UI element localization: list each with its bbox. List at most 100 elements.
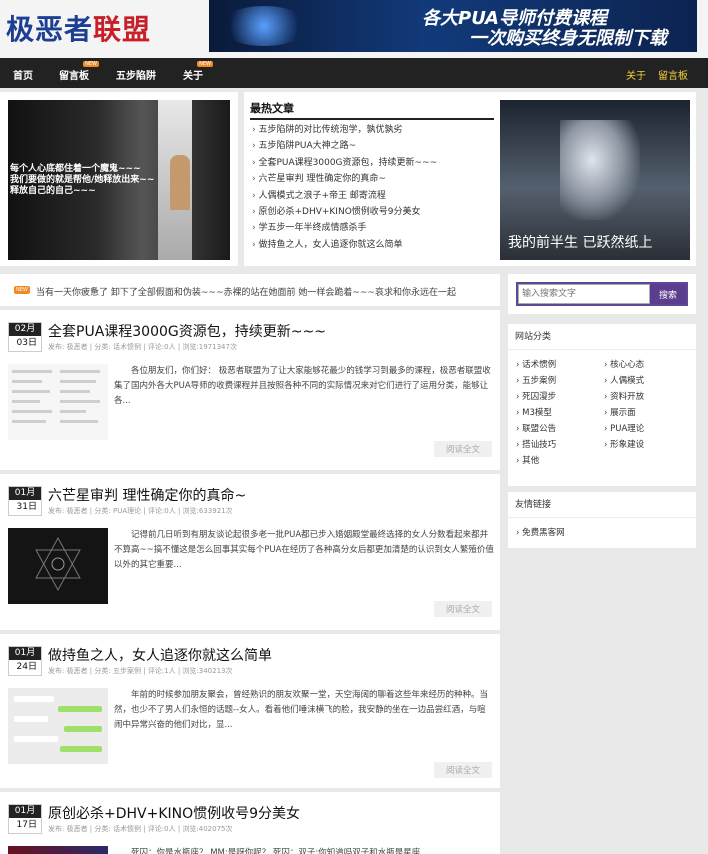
category-link[interactable]: 搭讪技巧 — [516, 438, 556, 450]
post-card: 01月 31日 六芒星审判 理性确定你的真命~ 发布: 极恶者 | 分类: PU… — [0, 474, 500, 630]
category-link[interactable]: 形象建设 — [604, 438, 644, 450]
site-logo[interactable]: 极恶者联盟 — [6, 8, 151, 48]
friend-links-title: 友情链接 — [508, 492, 696, 518]
hot-articles: 最热文章 五步陷阱的对比传统泡学，孰优孰劣 五步陷阱PUA大神之路~ 全套PUA… — [244, 92, 500, 266]
search-form: 搜索 — [516, 282, 688, 306]
nav-label: 五步陷阱 — [116, 71, 156, 82]
nav-item-about[interactable]: 关于 NEW — [183, 61, 213, 82]
post-thumbnail[interactable] — [8, 528, 108, 604]
category-link[interactable]: M3模型 — [516, 406, 552, 418]
ad-banner[interactable]: 各大PUA导师付费课程 一次购买终身无限制下载 — [209, 0, 697, 52]
post-date: 01月 17日 — [8, 804, 42, 834]
hot-article-link[interactable]: 做持鱼之人，女人追逐你就这么简单 — [252, 237, 492, 253]
post-card: 02月 03日 全套PUA课程3000G资源包，持续更新~~~ 发布: 极恶者 … — [0, 310, 500, 470]
search-button[interactable]: 搜索 — [650, 284, 686, 304]
post-excerpt: 记得前几日听到有朋友谈论起很多老一批PUA都已步入婚姻殿堂最终选择的女人分数看起… — [114, 530, 494, 570]
featured-image-boy[interactable]: 每个人心底都住着一个魔鬼~~~ 我们要做的就是帮他/她释放出来~~ 释放自己的自… — [8, 100, 230, 260]
nav-right-guestbook[interactable]: 留言板 — [658, 67, 688, 82]
search-input[interactable] — [518, 284, 650, 304]
post-date: 02月 03日 — [8, 322, 42, 352]
post-title[interactable]: 原创必杀+DHV+KINO惯例收号9分美女 — [48, 803, 300, 823]
nav-item-home[interactable]: 首页 — [13, 67, 33, 82]
post-excerpt: 死囚：你是水瓶座？ MM:是呀你呢？ 死囚：双子;你知道吗双子和水瓶是星座 — [131, 848, 421, 854]
category-link[interactable]: 人偶模式 — [604, 374, 644, 386]
post-day: 03日 — [16, 338, 37, 348]
featured-image-angel[interactable]: 我的前半生 已跃然纸上 — [500, 100, 690, 260]
category-link[interactable]: 核心心态 — [604, 358, 644, 370]
featured-right-caption: 我的前半生 已跃然纸上 — [508, 235, 653, 251]
post-title[interactable]: 全套PUA课程3000G资源包，持续更新~~~ — [48, 321, 326, 341]
main-nav: 首页 留言板 NEW 五步陷阱 关于 NEW 关于 留言板 — [0, 58, 708, 88]
new-badge: NEW — [14, 286, 30, 294]
hot-article-link[interactable]: 六芒星审判 理性确定你的真命~ — [252, 171, 492, 187]
logo-text-2: 联盟 — [93, 13, 152, 46]
site-header: 极恶者联盟 各大PUA导师付费课程 一次购买终身无限制下载 — [0, 0, 708, 58]
post-date: 01月 31日 — [8, 486, 42, 516]
post-day: 24日 — [16, 662, 37, 672]
read-more-button[interactable]: 阅读全文 — [434, 601, 492, 617]
featured-right: 我的前半生 已跃然纸上 — [500, 92, 696, 266]
post-day: 17日 — [16, 820, 37, 830]
read-more-button[interactable]: 阅读全文 — [434, 762, 492, 778]
post-month: 02月 — [9, 323, 41, 336]
post-thumbnail[interactable] — [8, 846, 108, 854]
image-angel-wing — [560, 120, 640, 220]
post-day: 31日 — [16, 502, 37, 512]
new-badge: NEW — [197, 61, 213, 67]
nav-item-guestbook[interactable]: 留言板 NEW — [59, 61, 99, 82]
hot-article-link[interactable]: 全套PUA课程3000G资源包，持续更新~~~ — [252, 155, 492, 171]
image-boy-figure — [170, 155, 190, 210]
categories-title: 网站分类 — [508, 324, 696, 350]
nav-right-about[interactable]: 关于 — [626, 67, 646, 82]
post-excerpt: 年前的时候参加朋友聚会，曾经熟识的朋友欢聚一堂，天空海阔的聊着这些年来经历的种种… — [114, 690, 489, 730]
category-link[interactable]: 其他 — [516, 454, 539, 466]
category-link[interactable]: PUA理论 — [604, 422, 644, 434]
nav-label: 首页 — [13, 71, 33, 82]
hexagram-icon — [35, 536, 81, 592]
post-meta: 发布: 极恶者 | 分类: 话术惯例 | 评论:0人 | 浏览:402075次 — [48, 825, 233, 833]
featured-caption: 每个人心底都住着一个魔鬼~~~ 我们要做的就是帮他/她释放出来~~ 释放自己的自… — [10, 164, 155, 196]
friend-link[interactable]: 免费黑客网 — [516, 526, 696, 538]
post-title[interactable]: 六芒星审判 理性确定你的真命~ — [48, 485, 246, 505]
post-thumbnail[interactable] — [8, 364, 108, 440]
logo-text-1: 极恶者 — [6, 13, 94, 46]
category-link[interactable]: 资料开放 — [604, 390, 644, 402]
post-month: 01月 — [9, 487, 41, 500]
nav-item-five-steps[interactable]: 五步陷阱 — [116, 67, 156, 82]
banner-line-2: 一次购买终身无限制下载 — [469, 28, 667, 49]
nav-label: 关于 — [183, 71, 203, 82]
post-month: 01月 — [9, 647, 41, 660]
post-month: 01月 — [9, 805, 41, 818]
notice-bar: NEW 当有一天你疲惫了 卸下了全部假面和伪装~~~赤裸的站在她面前 她一样会跪… — [0, 274, 500, 306]
hot-article-link[interactable]: 人偶模式之浪子+帝王 邮寄流程 — [252, 188, 492, 204]
post-thumbnail[interactable] — [8, 688, 108, 764]
new-badge: NEW — [83, 61, 99, 67]
categories-widget: 网站分类 话术惯例 五步案例 死囚漫步 M3模型 联盟公告 搭讪技巧 其他 核心… — [508, 324, 696, 486]
hot-articles-list: 五步陷阱的对比传统泡学，孰优孰劣 五步陷阱PUA大神之路~ 全套PUA课程300… — [252, 122, 492, 253]
hot-article-link[interactable]: 五步陷阱PUA大神之路~ — [252, 138, 492, 154]
post-meta: 发布: 极恶者 | 分类: 五步案例 | 评论:1人 | 浏览:340213次 — [48, 667, 233, 675]
post-meta: 发布: 极恶者 | 分类: PUA理论 | 评论:0人 | 浏览:633921次 — [48, 507, 233, 515]
category-link[interactable]: 展示面 — [604, 406, 636, 418]
friend-links-list: 免费黑客网 — [508, 518, 696, 538]
friend-links-widget: 友情链接 免费黑客网 — [508, 492, 696, 548]
post-title[interactable]: 做持鱼之人，女人追逐你就这么简单 — [48, 645, 272, 665]
notice-text: 当有一天你疲惫了 卸下了全部假面和伪装~~~赤裸的站在她面前 她一样会跪着~~~… — [36, 288, 456, 298]
search-widget: 搜索 — [508, 274, 696, 314]
post-meta: 发布: 极恶者 | 分类: 话术惯例 | 评论:0人 | 浏览:1971347次 — [48, 343, 237, 351]
hot-article-link[interactable]: 学五步一年半终成情感杀手 — [252, 220, 492, 236]
hot-article-link[interactable]: 五步陷阱的对比传统泡学，孰优孰劣 — [252, 122, 492, 138]
category-link[interactable]: 死囚漫步 — [516, 390, 556, 402]
post-excerpt: 各位朋友们，你们好： 极恶者联盟为了让大家能够花最少的钱学习到最多的课程，极恶者… — [114, 366, 491, 406]
category-link[interactable]: 五步案例 — [516, 374, 556, 386]
post-card: 01月 17日 原创必杀+DHV+KINO惯例收号9分美女 发布: 极恶者 | … — [0, 792, 500, 854]
hot-article-link[interactable]: 原创必杀+DHV+KINO惯例收号9分美女 — [252, 204, 492, 220]
nav-label: 留言板 — [59, 71, 89, 82]
category-link[interactable]: 联盟公告 — [516, 422, 556, 434]
banner-glow-image — [219, 6, 309, 46]
post-date: 01月 24日 — [8, 646, 42, 676]
read-more-button[interactable]: 阅读全文 — [434, 441, 492, 457]
featured-left: 每个人心底都住着一个魔鬼~~~ 我们要做的就是帮他/她释放出来~~ 释放自己的自… — [0, 92, 238, 266]
hot-articles-title: 最热文章 — [250, 100, 494, 120]
category-link[interactable]: 话术惯例 — [516, 358, 556, 370]
